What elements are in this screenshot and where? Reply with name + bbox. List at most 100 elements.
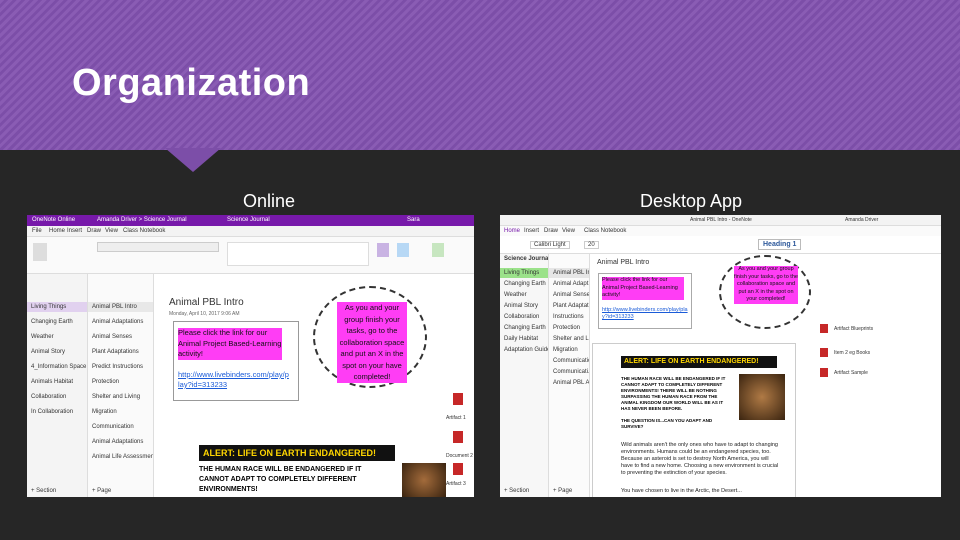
section-item[interactable]: Living Things [500,268,548,278]
page-item[interactable]: Plant Adaptati... [549,301,589,311]
online-page-date: Monday, April 10, 2017 9:06 AM [169,311,240,317]
online-instruction: Please click the link for our Animal Pro… [178,328,282,360]
page-item[interactable]: Animal Senses [88,332,153,342]
page-item[interactable]: Animal Adapt... [549,279,589,289]
desktop-alert-banner: ALERT: LIFE ON EARTH ENDANGERED! [621,356,777,368]
style-box[interactable]: Heading 1 [758,239,802,250]
section-item[interactable]: Weather [500,290,548,300]
online-menu: File Home Insert Draw View Class Noteboo… [27,226,474,237]
desktop-alert-document: ALERT: LIFE ON EARTH ENDANGERED! THE HUM… [592,343,796,497]
add-section-button[interactable]: + Section [500,486,548,496]
pdf-icon[interactable] [820,348,828,357]
online-breadcrumb[interactable]: Amanda Driver > Science Journal [97,217,187,223]
page-item[interactable]: Protection [88,377,153,387]
file-label[interactable]: Artifact Blueprints [834,326,873,332]
desktop-link[interactable]: http://www.livebinders.com/play/play?id=… [602,307,688,321]
page-item[interactable]: Animal PBL Intro [549,268,589,278]
online-menu-file[interactable]: File [32,228,42,234]
page-item[interactable]: Animal Adaptations [88,317,153,327]
banner-notch [165,148,221,172]
page-item[interactable]: Communication [88,422,153,432]
paste-icon[interactable] [33,243,47,261]
notebook-name[interactable]: Science Journal [500,254,548,264]
desktop-menu: Home Insert Draw View Class Notebook [500,226,941,236]
desktop-menu-class-notebook[interactable]: Class Notebook [584,228,626,234]
section-item[interactable]: Animals Habitat [27,377,87,387]
online-user[interactable]: Sara [407,217,420,223]
online-alert-text: THE HUMAN RACE WILL BE ENDANGERED IF IT … [199,466,362,493]
page-item[interactable]: Migration [549,345,589,355]
tag-icon[interactable] [377,243,389,257]
page-item[interactable]: Animal PBL Ass... [549,378,589,388]
desktop-user[interactable]: Amanda Driver [845,217,878,223]
add-section-button[interactable]: + Section [27,486,87,496]
attachment-label[interactable]: Document 2 [446,453,473,459]
online-menu-view[interactable]: View [105,228,118,234]
section-item[interactable]: In Collaboration [27,407,87,417]
styles-gallery[interactable] [227,242,369,266]
online-screenshot: OneNote Online Amanda Driver > Science J… [27,215,474,497]
desktop-menu-view[interactable]: View [562,228,575,234]
section-item[interactable]: Animal Story [500,301,548,311]
page-item[interactable]: Animal PBL Intro [88,302,153,312]
page-item[interactable]: Protection [549,323,589,333]
section-item[interactable]: 4_Information Space [27,362,87,372]
add-page-button[interactable]: + Page [549,486,589,496]
pdf-icon[interactable] [820,368,828,377]
section-item[interactable]: Weather [27,332,87,342]
online-oval-text: As you and your group finish your tasks,… [337,302,407,383]
section-item[interactable]: Changing Earth [27,317,87,327]
desktop-menu-draw[interactable]: Draw [544,228,558,234]
page-item[interactable]: Animal Adaptations [88,437,153,447]
page-item[interactable]: Predict Instructions [88,362,153,372]
desktop-note-box: Please click the link for our Animal Pro… [598,273,692,329]
online-link[interactable]: http://www.livebinders.com/play/play?id=… [178,370,290,390]
online-app-name: OneNote Online [32,217,76,223]
attachment-label[interactable]: Artifact 3 [446,481,466,487]
caption-online: Online [242,191,296,211]
font-size-box[interactable]: 20 [584,241,599,249]
desktop-oval-callout: As you and your group finish your tasks,… [719,255,811,329]
section-item[interactable]: Living Things [27,302,87,312]
page-item[interactable]: Communicati... [549,367,589,377]
desktop-titlebar: Animal PBL Intro - OneNote Amanda Driver [500,215,941,226]
online-titlebar: OneNote Online Amanda Driver > Science J… [27,215,474,226]
page-item[interactable]: Shelter and Li... [549,334,589,344]
desktop-menu-home[interactable]: Home [504,228,520,234]
section-item[interactable]: Adaptation Guide [500,345,548,355]
page-item[interactable]: Animal Life Assessment [88,452,153,462]
immersive-reader-icon[interactable] [432,243,444,257]
caption-desktop: Desktop App [639,191,743,211]
add-page-button[interactable]: + Page [88,486,153,496]
file-label[interactable]: Artifact Sample [834,370,868,376]
page-item[interactable]: Plant Adaptations [88,347,153,357]
pdf-icon[interactable] [453,463,463,475]
page-item[interactable]: Communication [549,356,589,366]
section-item[interactable]: Collaboration [27,392,87,402]
pdf-icon[interactable] [820,324,828,333]
font-picker[interactable] [97,242,219,252]
file-label[interactable]: Item 2 eg Books [834,350,870,356]
online-menu-class-notebook[interactable]: Class Notebook [123,228,165,234]
desktop-menu-insert[interactable]: Insert [524,228,539,234]
online-menu-home[interactable]: Home [49,228,65,234]
online-menu-insert[interactable]: Insert [67,228,82,234]
page-item[interactable]: Shelter and Living [88,392,153,402]
desktop-body-text-2: You have chosen to live in the Arctic, t… [621,488,742,494]
pdf-icon[interactable] [453,431,463,443]
font-name-box[interactable]: Calibri Light [530,241,570,249]
attachment-label[interactable]: Artifact 1 [446,415,466,421]
spelling-icon[interactable] [397,243,409,257]
desktop-pages-pane: Animal PBL Intro Animal Adapt... Animal … [549,254,590,497]
page-item[interactable]: Instructions [549,312,589,322]
section-item[interactable]: Animal Story [27,347,87,357]
page-item[interactable]: Migration [88,407,153,417]
online-alert-banner: ALERT: LIFE ON EARTH ENDANGERED! [199,445,395,461]
pdf-icon[interactable] [453,393,463,405]
section-item[interactable]: Changing Earth [500,323,548,333]
section-item[interactable]: Collaboration [500,312,548,322]
section-item[interactable]: Changing Earth [500,279,548,289]
page-item[interactable]: Animal Senses [549,290,589,300]
online-menu-draw[interactable]: Draw [87,228,101,234]
section-item[interactable]: Daily Habitat [500,334,548,344]
